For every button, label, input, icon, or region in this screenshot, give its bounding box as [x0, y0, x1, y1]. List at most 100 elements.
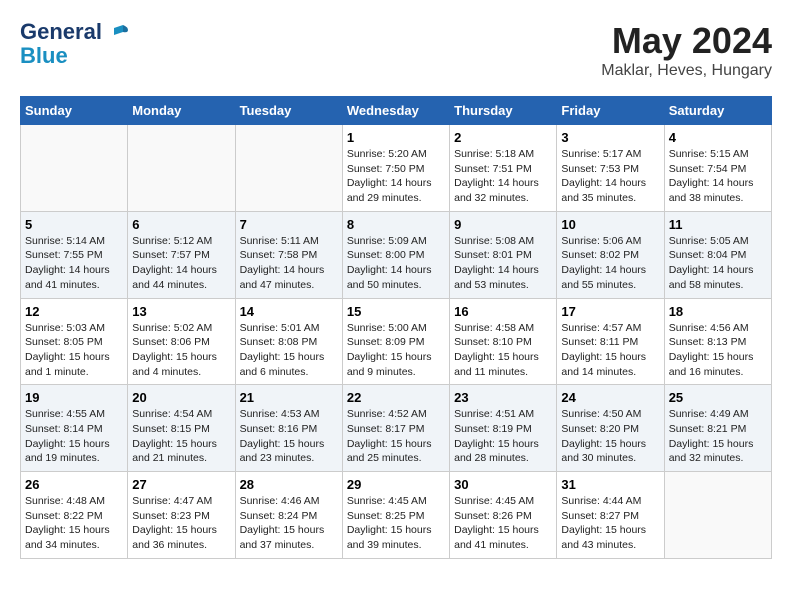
- calendar-cell: [235, 125, 342, 212]
- day-number: 13: [132, 304, 230, 319]
- day-info: Sunrise: 5:09 AMSunset: 8:00 PMDaylight:…: [347, 234, 445, 293]
- calendar-cell: 4 Sunrise: 5:15 AMSunset: 7:54 PMDaylight…: [664, 125, 771, 212]
- day-info: Sunrise: 5:02 AMSunset: 8:06 PMDaylight:…: [132, 321, 230, 380]
- calendar-week-2: 5Sunrise: 5:14 AMSunset: 7:55 PMDaylight…: [21, 211, 772, 298]
- day-info: Sunrise: 4:57 AMSunset: 8:11 PMDaylight:…: [561, 321, 659, 380]
- day-number: 8: [347, 217, 445, 232]
- day-info: Sunrise: 5:17 AMSunset: 7:53 PMDaylight:…: [561, 147, 659, 206]
- day-number: 7: [240, 217, 338, 232]
- calendar-title: May 2024: [601, 20, 772, 62]
- calendar-cell: 3 Sunrise: 5:17 AMSunset: 7:53 PMDaylight…: [557, 125, 664, 212]
- day-info: Sunrise: 5:00 AMSunset: 8:09 PMDaylight:…: [347, 321, 445, 380]
- header-wednesday: Wednesday: [342, 97, 449, 125]
- calendar-cell: 27 Sunrise: 4:47 AMSunset: 8:23 PMDayligh…: [128, 472, 235, 559]
- header-friday: Friday: [557, 97, 664, 125]
- day-info: Sunrise: 4:58 AMSunset: 8:10 PMDaylight:…: [454, 321, 552, 380]
- calendar-cell: 5Sunrise: 5:14 AMSunset: 7:55 PMDaylight…: [21, 211, 128, 298]
- day-info: Sunrise: 5:15 AMSunset: 7:54 PMDaylight:…: [669, 147, 767, 206]
- day-number: 3: [561, 130, 659, 145]
- day-number: 18: [669, 304, 767, 319]
- calendar-subtitle: Maklar, Heves, Hungary: [601, 62, 772, 80]
- day-number: 4: [669, 130, 767, 145]
- day-info: Sunrise: 5:20 AMSunset: 7:50 PMDaylight:…: [347, 147, 445, 206]
- day-info: Sunrise: 5:05 AMSunset: 8:04 PMDaylight:…: [669, 234, 767, 293]
- calendar-cell: [664, 472, 771, 559]
- header-tuesday: Tuesday: [235, 97, 342, 125]
- day-number: 22: [347, 390, 445, 405]
- logo-icon: [110, 22, 132, 44]
- day-number: 11: [669, 217, 767, 232]
- day-info: Sunrise: 4:55 AMSunset: 8:14 PMDaylight:…: [25, 407, 123, 466]
- day-number: 9: [454, 217, 552, 232]
- calendar-cell: 26 Sunrise: 4:48 AMSunset: 8:22 PMDayligh…: [21, 472, 128, 559]
- calendar-week-4: 19Sunrise: 4:55 AMSunset: 8:14 PMDayligh…: [21, 385, 772, 472]
- logo-blue: Blue: [20, 44, 132, 68]
- calendar-cell: 7 Sunrise: 5:11 AMSunset: 7:58 PMDaylight…: [235, 211, 342, 298]
- calendar-cell: [21, 125, 128, 212]
- day-number: 29: [347, 477, 445, 492]
- day-number: 2: [454, 130, 552, 145]
- day-number: 21: [240, 390, 338, 405]
- calendar-week-3: 12Sunrise: 5:03 AMSunset: 8:05 PMDayligh…: [21, 298, 772, 385]
- day-number: 26: [25, 477, 123, 492]
- day-info: Sunrise: 4:49 AMSunset: 8:21 PMDaylight:…: [669, 407, 767, 466]
- header-saturday: Saturday: [664, 97, 771, 125]
- calendar-cell: 18 Sunrise: 4:56 AMSunset: 8:13 PMDayligh…: [664, 298, 771, 385]
- day-number: 25: [669, 390, 767, 405]
- day-info: Sunrise: 4:51 AMSunset: 8:19 PMDaylight:…: [454, 407, 552, 466]
- day-info: Sunrise: 4:47 AMSunset: 8:23 PMDaylight:…: [132, 494, 230, 553]
- day-info: Sunrise: 4:50 AMSunset: 8:20 PMDaylight:…: [561, 407, 659, 466]
- logo-text: General: [20, 20, 132, 44]
- day-number: 10: [561, 217, 659, 232]
- day-number: 1: [347, 130, 445, 145]
- calendar-week-1: 1 Sunrise: 5:20 AMSunset: 7:50 PMDaylight…: [21, 125, 772, 212]
- calendar-cell: [128, 125, 235, 212]
- logo: General Blue: [20, 20, 132, 68]
- day-info: Sunrise: 4:54 AMSunset: 8:15 PMDaylight:…: [132, 407, 230, 466]
- page-header: General Blue May 2024 Maklar, Heves, Hun…: [20, 20, 772, 80]
- day-info: Sunrise: 5:12 AMSunset: 7:57 PMDaylight:…: [132, 234, 230, 293]
- header-sunday: Sunday: [21, 97, 128, 125]
- calendar-cell: 22Sunrise: 4:52 AMSunset: 8:17 PMDayligh…: [342, 385, 449, 472]
- calendar-cell: 20 Sunrise: 4:54 AMSunset: 8:15 PMDayligh…: [128, 385, 235, 472]
- calendar-cell: 8 Sunrise: 5:09 AMSunset: 8:00 PMDaylight…: [342, 211, 449, 298]
- day-number: 28: [240, 477, 338, 492]
- calendar-cell: 23 Sunrise: 4:51 AMSunset: 8:19 PMDayligh…: [450, 385, 557, 472]
- day-info: Sunrise: 4:56 AMSunset: 8:13 PMDaylight:…: [669, 321, 767, 380]
- day-number: 27: [132, 477, 230, 492]
- calendar-cell: 17 Sunrise: 4:57 AMSunset: 8:11 PMDayligh…: [557, 298, 664, 385]
- day-info: Sunrise: 5:03 AMSunset: 8:05 PMDaylight:…: [25, 321, 123, 380]
- calendar-cell: 25 Sunrise: 4:49 AMSunset: 8:21 PMDayligh…: [664, 385, 771, 472]
- day-number: 14: [240, 304, 338, 319]
- day-number: 20: [132, 390, 230, 405]
- day-number: 23: [454, 390, 552, 405]
- day-info: Sunrise: 4:48 AMSunset: 8:22 PMDaylight:…: [25, 494, 123, 553]
- calendar-cell: 2 Sunrise: 5:18 AMSunset: 7:51 PMDaylight…: [450, 125, 557, 212]
- day-info: Sunrise: 4:45 AMSunset: 8:25 PMDaylight:…: [347, 494, 445, 553]
- calendar-table: Sunday Monday Tuesday Wednesday Thursday…: [20, 96, 772, 559]
- calendar-cell: 14Sunrise: 5:01 AMSunset: 8:08 PMDayligh…: [235, 298, 342, 385]
- weekday-header-row: Sunday Monday Tuesday Wednesday Thursday…: [21, 97, 772, 125]
- calendar-cell: 21 Sunrise: 4:53 AMSunset: 8:16 PMDayligh…: [235, 385, 342, 472]
- day-info: Sunrise: 5:11 AMSunset: 7:58 PMDaylight:…: [240, 234, 338, 293]
- day-info: Sunrise: 4:53 AMSunset: 8:16 PMDaylight:…: [240, 407, 338, 466]
- calendar-cell: 10 Sunrise: 5:06 AMSunset: 8:02 PMDayligh…: [557, 211, 664, 298]
- day-info: Sunrise: 5:06 AMSunset: 8:02 PMDaylight:…: [561, 234, 659, 293]
- day-info: Sunrise: 5:14 AMSunset: 7:55 PMDaylight:…: [25, 234, 123, 293]
- day-number: 16: [454, 304, 552, 319]
- header-thursday: Thursday: [450, 97, 557, 125]
- calendar-cell: 29 Sunrise: 4:45 AMSunset: 8:25 PMDayligh…: [342, 472, 449, 559]
- calendar-cell: 24Sunrise: 4:50 AMSunset: 8:20 PMDayligh…: [557, 385, 664, 472]
- day-number: 15: [347, 304, 445, 319]
- day-number: 17: [561, 304, 659, 319]
- calendar-cell: 19Sunrise: 4:55 AMSunset: 8:14 PMDayligh…: [21, 385, 128, 472]
- title-block: May 2024 Maklar, Heves, Hungary: [601, 20, 772, 80]
- calendar-cell: 11 Sunrise: 5:05 AMSunset: 8:04 PMDayligh…: [664, 211, 771, 298]
- calendar-cell: 12Sunrise: 5:03 AMSunset: 8:05 PMDayligh…: [21, 298, 128, 385]
- calendar-cell: 30Sunrise: 4:45 AMSunset: 8:26 PMDayligh…: [450, 472, 557, 559]
- day-info: Sunrise: 4:45 AMSunset: 8:26 PMDaylight:…: [454, 494, 552, 553]
- day-info: Sunrise: 5:08 AMSunset: 8:01 PMDaylight:…: [454, 234, 552, 293]
- day-info: Sunrise: 5:18 AMSunset: 7:51 PMDaylight:…: [454, 147, 552, 206]
- calendar-header: Sunday Monday Tuesday Wednesday Thursday…: [21, 97, 772, 125]
- calendar-cell: 13 Sunrise: 5:02 AMSunset: 8:06 PMDayligh…: [128, 298, 235, 385]
